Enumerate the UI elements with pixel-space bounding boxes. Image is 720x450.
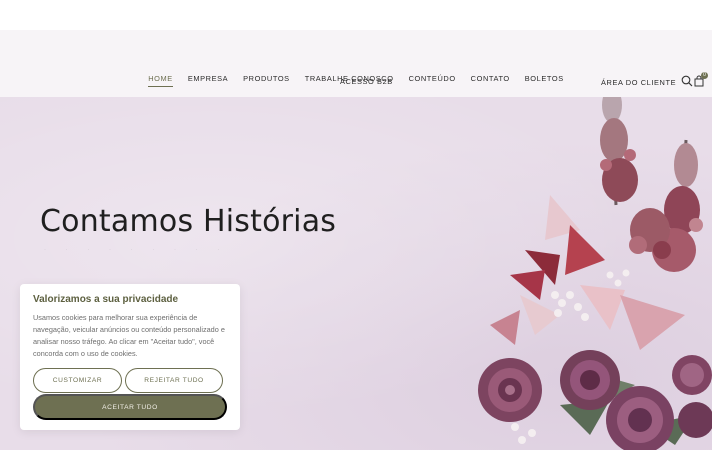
rose-flower-left bbox=[478, 358, 542, 422]
nav-item-contato[interactable]: CONTATO bbox=[463, 74, 517, 83]
customize-button[interactable]: CUSTOMIZAR bbox=[33, 368, 122, 393]
nav-item-acesso-b2b[interactable]: ACESSO B2B bbox=[340, 77, 393, 86]
nav-item-home[interactable]: HOME bbox=[141, 74, 181, 87]
reject-all-button[interactable]: REJEITAR TUDO bbox=[125, 368, 223, 393]
accept-all-button[interactable]: ACEITAR TUDO bbox=[33, 394, 227, 420]
shopping-bag-icon[interactable]: 0 bbox=[693, 72, 708, 87]
nav-item-empresa[interactable]: EMPRESA bbox=[180, 74, 235, 83]
nav-item-boletos[interactable]: BOLETOS bbox=[517, 74, 571, 83]
cookie-consent-dialog: Valorizamos a sua privacidade Usamos coo… bbox=[20, 284, 240, 430]
nav-item-conteudo[interactable]: CONTEÚDO bbox=[401, 74, 463, 83]
flower-bouquet-image bbox=[478, 97, 712, 450]
flower-spike-left bbox=[600, 97, 638, 206]
flower-spike-middle bbox=[629, 208, 671, 259]
cookie-dialog-title: Valorizamos a sua privacidade bbox=[33, 294, 179, 305]
client-area-link[interactable]: ÁREA DO CLIENTE bbox=[601, 78, 676, 87]
cookie-dialog-text: Usamos cookies para melhorar sua experiê… bbox=[33, 313, 225, 358]
nav-item-produtos[interactable]: PRODUTOS bbox=[236, 74, 298, 83]
hero-faded-subtitle: · · · · · · · · · bbox=[44, 247, 229, 253]
page: HOME EMPRESA PRODUTOS TRABALHE CONOSCO C… bbox=[0, 0, 720, 450]
cart-count-badge: 0 bbox=[701, 72, 708, 79]
hero-title: Contamos Histórias bbox=[40, 204, 337, 239]
rose-flower-center bbox=[560, 350, 620, 410]
search-icon[interactable] bbox=[681, 74, 693, 87]
